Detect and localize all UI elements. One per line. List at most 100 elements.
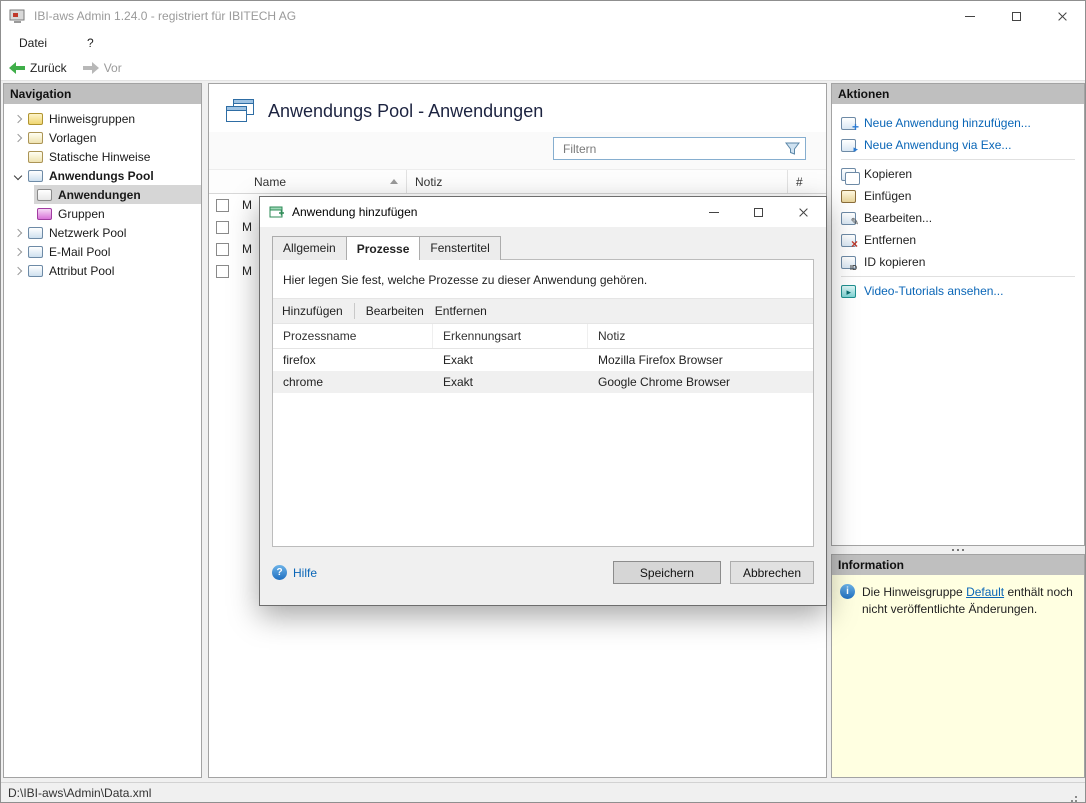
- dialog-tabs: Allgemein Prozesse Fenstertitel: [260, 227, 826, 259]
- paste-icon: [841, 190, 856, 203]
- column-label: #: [796, 175, 803, 189]
- cancel-button[interactable]: Abbrechen: [730, 561, 814, 584]
- back-button[interactable]: Zurück: [9, 61, 67, 75]
- dialog-close-button[interactable]: [781, 197, 826, 227]
- action-delete[interactable]: Entfernen: [832, 229, 1084, 251]
- dialog-maximize-button[interactable]: [736, 197, 781, 227]
- column-header-notiz[interactable]: Notiz: [588, 324, 813, 348]
- action-copy[interactable]: Kopieren: [832, 163, 1084, 185]
- header-checkbox-column: [209, 170, 235, 193]
- chevron-down-icon[interactable]: [10, 173, 25, 179]
- nav-item-label: Anwendungen: [58, 188, 141, 202]
- menu-help[interactable]: ?: [83, 34, 98, 52]
- nav-item-gruppen[interactable]: Gruppen: [4, 204, 201, 223]
- chevron-right-icon[interactable]: [10, 230, 25, 236]
- nav-item-anwendungen[interactable]: Anwendungen: [4, 185, 201, 204]
- action-label: Video-Tutorials ansehen...: [864, 284, 1003, 298]
- row-name: M: [242, 242, 252, 256]
- action-label: Entfernen: [864, 233, 916, 247]
- row-checkbox[interactable]: [216, 265, 229, 278]
- actions-header: Aktionen: [832, 84, 1084, 104]
- filter-input[interactable]: [563, 142, 785, 156]
- action-paste[interactable]: Einfügen: [832, 185, 1084, 207]
- dialog-minimize-button[interactable]: [691, 197, 736, 227]
- processes-toolbar: Hinzufügen Bearbeiten Entfernen: [273, 298, 813, 324]
- action-edit[interactable]: Bearbeiten...: [832, 207, 1084, 229]
- panel-splitter[interactable]: [831, 546, 1085, 554]
- chevron-right-icon[interactable]: [10, 268, 25, 274]
- close-button[interactable]: [1039, 1, 1085, 31]
- add-process-button[interactable]: Hinzufügen: [282, 304, 343, 318]
- action-copy-id[interactable]: ID kopieren: [832, 251, 1084, 273]
- statische-hinweise-icon: [28, 151, 43, 163]
- processes-description: Hier legen Sie fest, welche Prozesse zu …: [273, 260, 813, 298]
- column-header-notiz[interactable]: Notiz: [407, 170, 788, 193]
- cell-notiz: Google Chrome Browser: [588, 371, 813, 393]
- hinweisgruppen-icon: [28, 113, 43, 125]
- row-checkbox[interactable]: [216, 199, 229, 212]
- navigation-header: Navigation: [4, 84, 201, 104]
- process-row-firefox[interactable]: firefox Exakt Mozilla Firefox Browser: [273, 349, 813, 371]
- toolbar: Zurück Vor: [1, 55, 1085, 81]
- nav-item-anwendungs-pool[interactable]: Anwendungs Pool: [4, 166, 201, 185]
- row-checkbox[interactable]: [216, 221, 229, 234]
- tab-fenstertitel[interactable]: Fenstertitel: [419, 236, 500, 260]
- process-row-chrome[interactable]: chrome Exakt Google Chrome Browser: [273, 371, 813, 393]
- nav-item-email-pool[interactable]: E-Mail Pool: [4, 242, 201, 261]
- default-group-link[interactable]: Default: [966, 585, 1004, 599]
- chevron-right-icon[interactable]: [10, 116, 25, 122]
- back-arrow-icon: [9, 62, 25, 74]
- nav-item-vorlagen[interactable]: Vorlagen: [4, 128, 201, 147]
- process-table-header: Prozessname Erkennungsart Notiz: [273, 324, 813, 349]
- back-label: Zurück: [30, 61, 67, 75]
- row-checkbox[interactable]: [216, 243, 229, 256]
- nav-item-label: Gruppen: [58, 207, 105, 221]
- help-link[interactable]: Hilfe: [272, 565, 317, 580]
- nav-item-attribut-pool[interactable]: Attribut Pool: [4, 261, 201, 280]
- actions-list: Neue Anwendung hinzufügen... Neue Anwend…: [832, 104, 1084, 302]
- filter-funnel-icon[interactable]: [785, 142, 800, 155]
- edit-icon: [841, 212, 856, 225]
- remove-process-button[interactable]: Entfernen: [435, 304, 487, 318]
- column-header-count[interactable]: #: [788, 175, 826, 189]
- minimize-icon: [965, 16, 975, 17]
- add-application-icon: [841, 117, 856, 130]
- nav-item-statische-hinweise[interactable]: Statische Hinweise: [4, 147, 201, 166]
- edit-process-button[interactable]: Bearbeiten: [366, 304, 424, 318]
- action-new-application[interactable]: Neue Anwendung hinzufügen...: [832, 112, 1084, 134]
- email-pool-icon: [28, 246, 43, 258]
- app-logo-icon: [9, 8, 27, 24]
- nav-item-netzwerk-pool[interactable]: Netzwerk Pool: [4, 223, 201, 242]
- action-video-tutorials[interactable]: Video-Tutorials ansehen...: [832, 280, 1084, 302]
- gruppen-icon: [37, 208, 52, 220]
- chevron-right-icon[interactable]: [10, 249, 25, 255]
- navigation-tree: Hinweisgruppen Vorlagen Statische Hinwei…: [4, 104, 201, 777]
- filter-row: [209, 132, 826, 170]
- delete-icon: [841, 234, 856, 247]
- tab-prozesse[interactable]: Prozesse: [346, 236, 421, 260]
- info-text-before: Die Hinweisgruppe: [862, 585, 963, 599]
- separator: [841, 159, 1075, 160]
- minimize-button[interactable]: [947, 1, 993, 31]
- column-header-erkennungsart[interactable]: Erkennungsart: [433, 324, 588, 348]
- copy-id-icon: [841, 256, 856, 269]
- dialog-app-icon: [269, 205, 285, 219]
- dialog-buttons: Speichern Abbrechen: [613, 561, 814, 584]
- tab-allgemein[interactable]: Allgemein: [272, 236, 347, 260]
- action-new-application-via-exe[interactable]: Neue Anwendung via Exe...: [832, 134, 1084, 156]
- information-panel: Information Die Hinweisgruppe Default en…: [831, 554, 1085, 778]
- save-button[interactable]: Speichern: [613, 561, 721, 584]
- menu-datei[interactable]: Datei: [15, 34, 51, 52]
- information-header: Information: [832, 555, 1084, 575]
- column-label: Notiz: [598, 329, 625, 343]
- close-icon: [1057, 11, 1068, 22]
- forward-button[interactable]: Vor: [83, 61, 122, 75]
- sort-ascending-icon: [390, 179, 398, 184]
- page-title: Anwendungs Pool - Anwendungen: [268, 101, 543, 122]
- nav-item-hinweisgruppen[interactable]: Hinweisgruppen: [4, 109, 201, 128]
- chevron-right-icon[interactable]: [10, 135, 25, 141]
- column-header-name[interactable]: Name: [235, 170, 407, 193]
- resize-grip-icon[interactable]: [1064, 786, 1078, 800]
- maximize-button[interactable]: [993, 1, 1039, 31]
- column-header-prozessname[interactable]: Prozessname: [273, 324, 433, 348]
